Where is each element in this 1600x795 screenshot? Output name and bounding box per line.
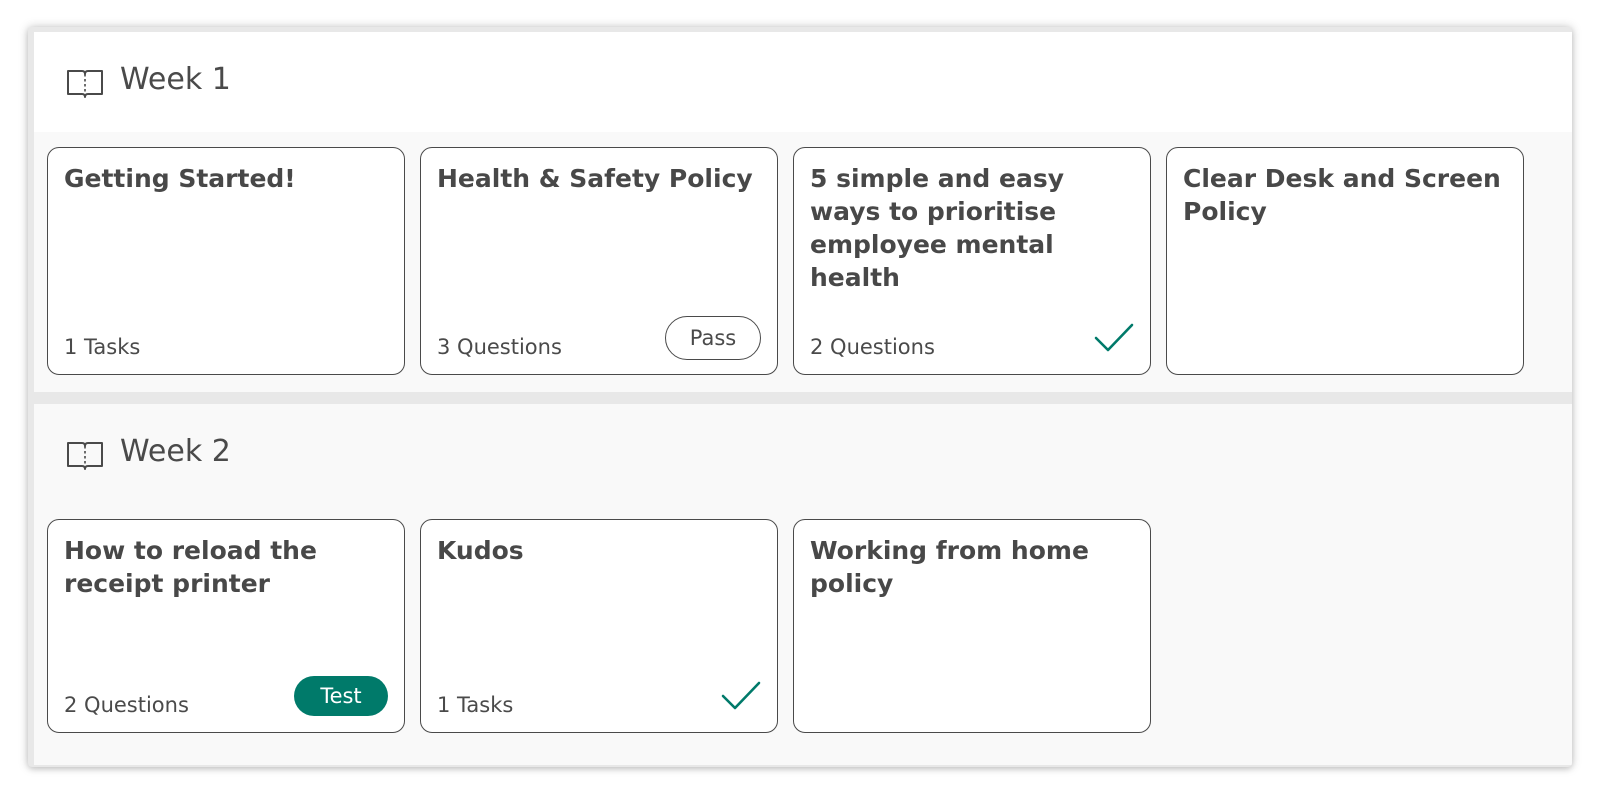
week-header: Week 2 — [34, 404, 1572, 504]
week-header: Week 1 — [34, 32, 1572, 132]
checkmark-icon — [1094, 323, 1134, 352]
book-icon — [67, 70, 103, 98]
week-title: Week 2 — [120, 434, 231, 469]
week-title: Week 1 — [120, 62, 231, 97]
book-icon — [67, 442, 103, 470]
card-title: Getting Started! — [64, 164, 296, 193]
lesson-card[interactable]: Health & Safety Policy 3 Questions Pass — [420, 147, 778, 375]
week-section-1: Week 1 Getting Started! 1 Tasks Health &… — [34, 32, 1572, 392]
lesson-card[interactable]: How to reload the receipt printer 2 Ques… — [47, 519, 405, 733]
lesson-card[interactable]: Getting Started! 1 Tasks — [47, 147, 405, 375]
content-frame: Week 1 Getting Started! 1 Tasks Health &… — [28, 27, 1572, 767]
lesson-card[interactable]: Working from home policy — [793, 519, 1151, 733]
card-title: Health & Safety Policy — [437, 164, 753, 193]
card-meta: 2 Questions — [64, 693, 189, 717]
card-meta: 2 Questions — [810, 335, 935, 359]
card-title: How to reload the receipt printer — [64, 536, 317, 598]
pass-badge[interactable]: Pass — [665, 316, 761, 360]
lesson-card[interactable]: Kudos 1 Tasks — [420, 519, 778, 733]
checkmark-icon — [721, 681, 761, 710]
card-title: Working from home policy — [810, 536, 1089, 598]
card-title: 5 simple and easy ways to prioritise emp… — [810, 164, 1064, 292]
lesson-card[interactable]: 5 simple and easy ways to prioritise emp… — [793, 147, 1151, 375]
card-meta: 1 Tasks — [437, 693, 514, 717]
test-button[interactable]: Test — [294, 676, 388, 716]
card-meta: 1 Tasks — [64, 335, 141, 359]
lesson-card[interactable]: Clear Desk and Screen Policy — [1166, 147, 1524, 375]
card-title: Clear Desk and Screen Policy — [1183, 164, 1501, 226]
card-title: Kudos — [437, 536, 524, 565]
card-meta: 3 Questions — [437, 335, 562, 359]
week-section-2: Week 2 How to reload the receipt printer… — [34, 404, 1572, 765]
